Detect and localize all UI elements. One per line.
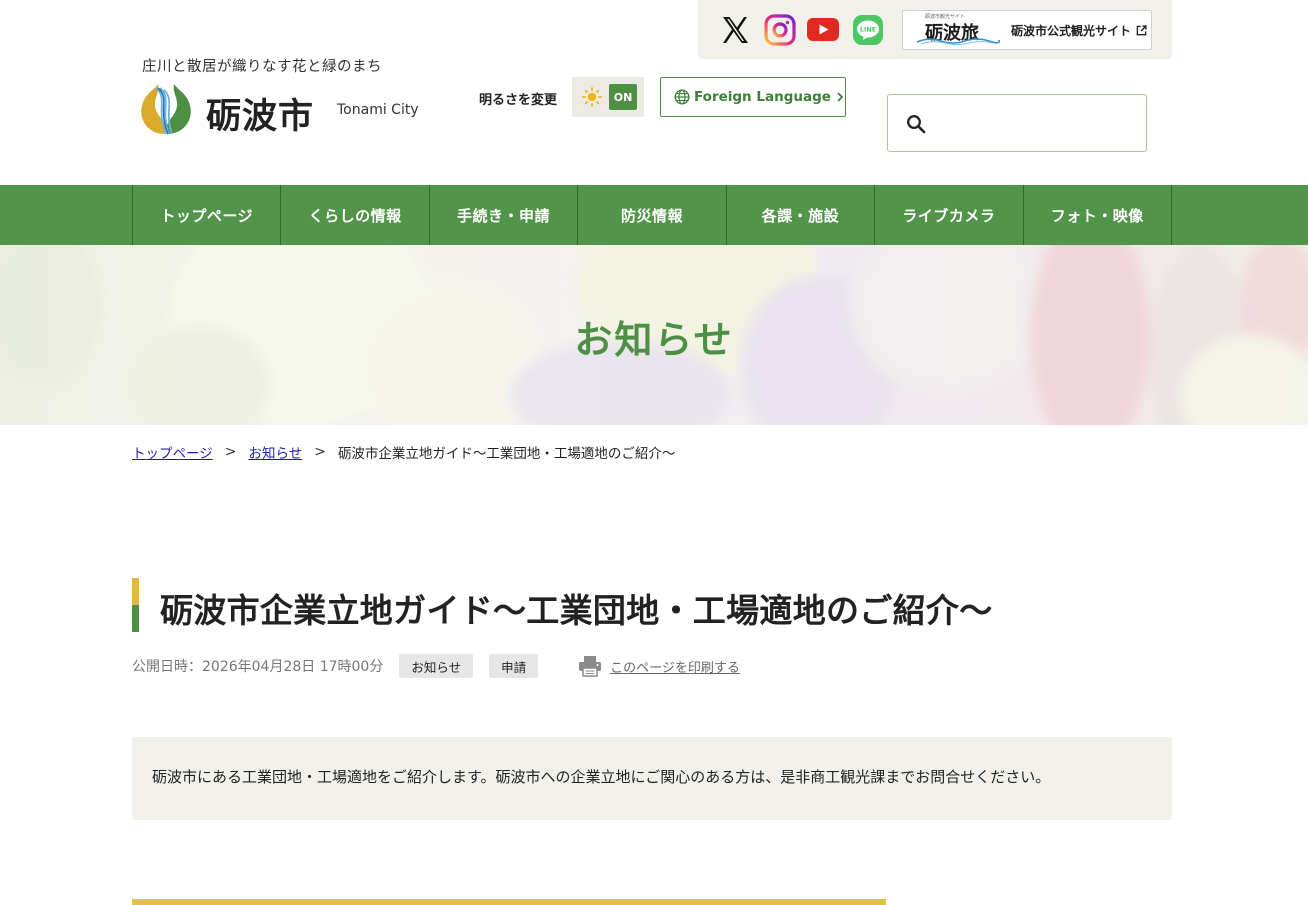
nav-item-top[interactable]: トップページ xyxy=(133,185,282,245)
breadcrumb-separator: > xyxy=(314,444,326,460)
nav-item-procedures[interactable]: 手続き・申請 xyxy=(430,185,579,245)
sun-icon xyxy=(582,87,602,107)
print-button[interactable]: このページを印刷する xyxy=(578,655,740,677)
tourism-site-link[interactable]: 砺波市観光サイト 砺波旅 砺波市公式観光サイト xyxy=(902,10,1152,50)
print-link-label: このページを印刷する xyxy=(610,660,740,676)
utility-bar: LINE 砺波市観光サイト 砺波旅 砺波市公式観光サイト xyxy=(698,0,1172,59)
brightness-state: ON xyxy=(609,84,637,110)
section-heading-rule xyxy=(132,899,886,905)
nav-item-photo[interactable]: フォト・映像 xyxy=(1024,185,1172,245)
hero-banner: お知らせ xyxy=(0,245,1308,425)
global-nav: トップページ くらしの情報 手続き・申請 防災情報 各課・施設 ライブカメラ フ… xyxy=(0,185,1308,245)
breadcrumb-current: 砺波市企業立地ガイド〜工業団地・工場適地のご紹介〜 xyxy=(337,446,676,462)
tourism-link-label: 砺波市公式観光サイト xyxy=(1011,23,1132,38)
line-icon-text: LINE xyxy=(860,26,876,34)
foreign-language-button[interactable]: Foreign Language xyxy=(660,77,846,117)
page-meta: 公開日時：2026年04月28日 17時00分 お知らせ 申請 このページを印刷… xyxy=(132,654,740,678)
nav-item-living[interactable]: くらしの情報 xyxy=(281,185,430,245)
hero-title: お知らせ xyxy=(574,318,734,362)
city-logo-icon[interactable] xyxy=(138,80,194,136)
breadcrumb: トップページ > お知らせ > 砺波市企業立地ガイド〜工業団地・工場適地のご紹介… xyxy=(132,442,675,462)
city-logo-text[interactable]: 砺波市 xyxy=(206,88,314,139)
page-title: 砺波市企業立地ガイド〜工業団地・工場適地のご紹介〜 xyxy=(160,591,993,630)
city-logo-english: Tonami City xyxy=(337,102,419,118)
chevron-right-icon xyxy=(837,92,844,102)
instagram-icon[interactable] xyxy=(763,13,797,47)
nav-item-livecam[interactable]: ライブカメラ xyxy=(875,185,1024,245)
category-tag[interactable]: 申請 xyxy=(489,654,539,678)
city-tagline: 庄川と散居が織りなす花と緑のまち xyxy=(142,59,382,75)
external-link-icon xyxy=(1136,24,1147,35)
breadcrumb-parent[interactable]: お知らせ xyxy=(248,442,302,462)
nav-item-disaster[interactable]: 防災情報 xyxy=(578,185,727,245)
intro-panel: 砺波市にある工業団地・工場適地をご紹介します。砺波市への企業立地にご関心のある方… xyxy=(132,737,1172,820)
tourism-logo: 砺波市観光サイト 砺波旅 xyxy=(915,13,1001,47)
wave-icon xyxy=(916,38,1001,45)
line-icon[interactable]: LINE xyxy=(851,13,885,47)
printer-icon xyxy=(579,656,602,677)
category-tag[interactable]: お知らせ xyxy=(399,654,474,678)
search-input[interactable] xyxy=(936,105,1136,141)
site-search xyxy=(887,94,1147,152)
heading-accent-bar xyxy=(132,578,139,632)
nav-item-departments[interactable]: 各課・施設 xyxy=(727,185,876,245)
youtube-icon[interactable] xyxy=(806,13,840,47)
breadcrumb-separator: > xyxy=(224,444,237,460)
foreign-language-label: Foreign Language xyxy=(694,89,831,105)
x-icon[interactable] xyxy=(718,13,752,47)
search-icon[interactable] xyxy=(905,113,927,135)
published-date: 公開日時：2026年04月28日 17時00分 xyxy=(132,659,384,675)
brightness-toggle[interactable]: ON xyxy=(572,77,644,117)
brightness-label: 明るさを変更 xyxy=(479,93,558,108)
globe-icon xyxy=(674,89,690,105)
intro-text: 砺波市にある工業団地・工場適地をご紹介します。砺波市への企業立地にご関心のある方… xyxy=(152,768,1051,786)
breadcrumb-home[interactable]: トップページ xyxy=(132,442,213,462)
